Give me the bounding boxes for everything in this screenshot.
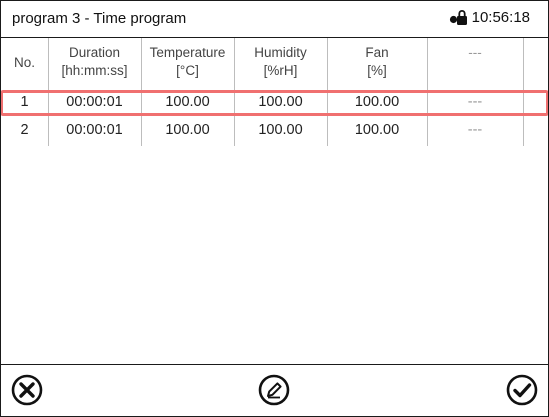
- table-header: No. Duration [hh:mm:ss] Temperature [°C]…: [1, 38, 548, 88]
- column-header-unit: [%rH]: [263, 63, 298, 78]
- page-title: program 3 - Time program: [12, 10, 187, 27]
- cell-duration[interactable]: 00:00:01: [48, 122, 141, 138]
- status-clock: 10:56:18: [449, 9, 530, 26]
- cell-no: 1: [20, 94, 29, 110]
- cell-humidity[interactable]: 100.00: [234, 122, 327, 138]
- cell-no: 2: [20, 122, 29, 138]
- column-header-duration: Duration [hh:mm:ss]: [48, 44, 141, 80]
- column-header-unit: [°C]: [176, 63, 199, 78]
- column-header-unit: [%]: [367, 63, 387, 78]
- column-header-empty: ---: [427, 44, 523, 62]
- pencil-circle-icon: [257, 373, 291, 412]
- cell-extra: ---: [467, 94, 483, 110]
- cell-temperature[interactable]: 100.00: [141, 94, 234, 110]
- edit-button[interactable]: [256, 374, 292, 410]
- cell-temperature[interactable]: 100.00: [141, 122, 234, 138]
- cell-extra: ---: [467, 122, 483, 138]
- column-header-label: Temperature: [149, 45, 226, 60]
- column-header-label: Duration: [68, 45, 121, 60]
- clock-time: 10:56:18: [471, 9, 530, 26]
- cell-duration[interactable]: 00:00:01: [48, 94, 141, 110]
- title-bar: program 3 - Time program 10:56:18: [1, 1, 548, 38]
- action-bar: [1, 364, 548, 416]
- cell-humidity[interactable]: 100.00: [234, 94, 327, 110]
- column-header-label: No.: [13, 55, 35, 70]
- column-header-label: Humidity: [254, 45, 307, 60]
- column-header-humidity: Humidity [%rH]: [234, 44, 327, 80]
- cancel-button[interactable]: [9, 374, 45, 410]
- controller-screen: program 3 - Time program 10:56:18 No. Du…: [0, 0, 549, 417]
- column-header-temperature: Temperature [°C]: [141, 44, 234, 80]
- table-row-1[interactable]: 1 00:00:01 100.00 100.00 100.00 ---: [1, 90, 548, 116]
- column-header-unit: [hh:mm:ss]: [61, 63, 128, 78]
- cell-fan[interactable]: 100.00: [327, 94, 427, 110]
- table-row-2[interactable]: 2 00:00:01 100.00 100.00 100.00 ---: [1, 119, 548, 143]
- confirm-button[interactable]: [504, 374, 540, 410]
- cell-fan[interactable]: 100.00: [327, 122, 427, 138]
- lock-icon: [449, 9, 468, 26]
- column-header-label: ---: [468, 45, 482, 60]
- check-circle-icon: [505, 373, 539, 412]
- column-header-label: Fan: [365, 45, 389, 60]
- column-header-fan: Fan [%]: [327, 44, 427, 80]
- close-circle-icon: [10, 373, 44, 412]
- column-header-no: No.: [1, 54, 48, 72]
